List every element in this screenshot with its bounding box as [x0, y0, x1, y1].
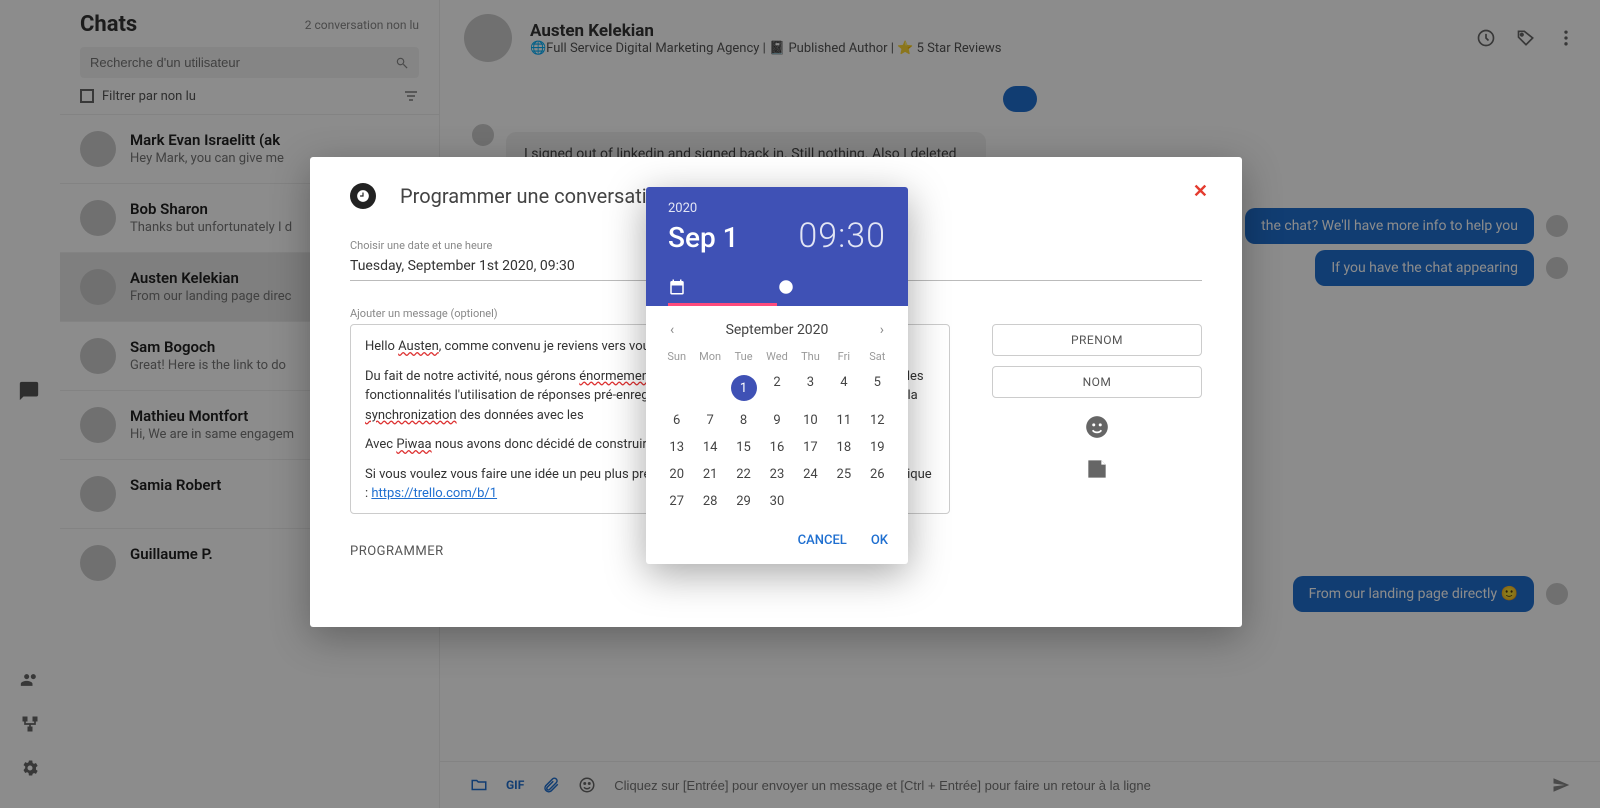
dow-cell: Thu	[794, 350, 827, 363]
day-cell[interactable]: 15	[727, 434, 760, 461]
day-cell[interactable]: 13	[660, 434, 693, 461]
prev-month-button[interactable]: ‹	[664, 320, 680, 340]
day-cell[interactable]: 10	[794, 407, 827, 434]
picker-ok-button[interactable]: OK	[871, 533, 888, 548]
picker-monthday: Sep 1	[668, 221, 739, 254]
day-cell[interactable]: 14	[693, 434, 726, 461]
day-cell[interactable]: 19	[861, 434, 894, 461]
day-cell[interactable]: 9	[760, 407, 793, 434]
day-cell[interactable]: 16	[760, 434, 793, 461]
day-cell[interactable]: 6	[660, 407, 693, 434]
emoji-icon[interactable]	[1084, 414, 1110, 440]
dialog-title: Programmer une conversation	[400, 184, 669, 208]
day-cell[interactable]: 2	[760, 369, 793, 407]
next-month-button[interactable]: ›	[874, 320, 890, 340]
day-cell[interactable]: 24	[794, 461, 827, 488]
day-cell[interactable]: 25	[827, 461, 860, 488]
day-cell[interactable]: 20	[660, 461, 693, 488]
day-cell[interactable]: 12	[861, 407, 894, 434]
picker-time[interactable]: 09:30	[798, 216, 886, 256]
day-cell[interactable]: 4	[827, 369, 860, 407]
note-icon[interactable]	[1084, 456, 1110, 482]
day-cell[interactable]: 23	[760, 461, 793, 488]
insert-firstname-button[interactable]: PRENOM	[992, 324, 1202, 356]
dow-cell: Sat	[861, 350, 894, 363]
tab-clock[interactable]	[777, 268, 886, 306]
day-cell[interactable]: 26	[861, 461, 894, 488]
day-cell	[693, 369, 726, 407]
day-cell[interactable]: 18	[827, 434, 860, 461]
close-dialog-button[interactable]: ✕	[1193, 181, 1208, 202]
day-cell[interactable]: 30	[760, 488, 793, 515]
day-cell[interactable]: 11	[827, 407, 860, 434]
day-cell[interactable]: 17	[794, 434, 827, 461]
day-cell[interactable]: 28	[693, 488, 726, 515]
tab-calendar[interactable]	[668, 268, 777, 306]
day-of-week-row: SunMonTueWedThuFriSat	[660, 350, 894, 363]
dow-cell: Tue	[727, 350, 760, 363]
datetime-picker: 2020 Sep 1 09:30 ‹ September 2020 › SunM…	[646, 187, 908, 564]
day-cell[interactable]: 5	[861, 369, 894, 407]
day-cell[interactable]: 1	[727, 369, 760, 407]
picker-year[interactable]: 2020	[668, 201, 886, 216]
day-cell[interactable]: 3	[794, 369, 827, 407]
day-cell[interactable]: 29	[727, 488, 760, 515]
dow-cell: Mon	[693, 350, 726, 363]
insert-lastname-button[interactable]: NOM	[992, 366, 1202, 398]
day-cell	[660, 369, 693, 407]
picker-month-label: September 2020	[726, 322, 829, 338]
dow-cell: Fri	[827, 350, 860, 363]
day-cell[interactable]: 21	[693, 461, 726, 488]
picker-cancel-button[interactable]: CANCEL	[798, 533, 847, 548]
day-cell[interactable]: 22	[727, 461, 760, 488]
calendar-grid: 1234567891011121314151617181920212223242…	[660, 369, 894, 515]
clock-icon	[350, 183, 376, 209]
day-cell[interactable]: 8	[727, 407, 760, 434]
dow-cell: Wed	[760, 350, 793, 363]
dow-cell: Sun	[660, 350, 693, 363]
day-cell[interactable]: 27	[660, 488, 693, 515]
day-cell[interactable]: 7	[693, 407, 726, 434]
